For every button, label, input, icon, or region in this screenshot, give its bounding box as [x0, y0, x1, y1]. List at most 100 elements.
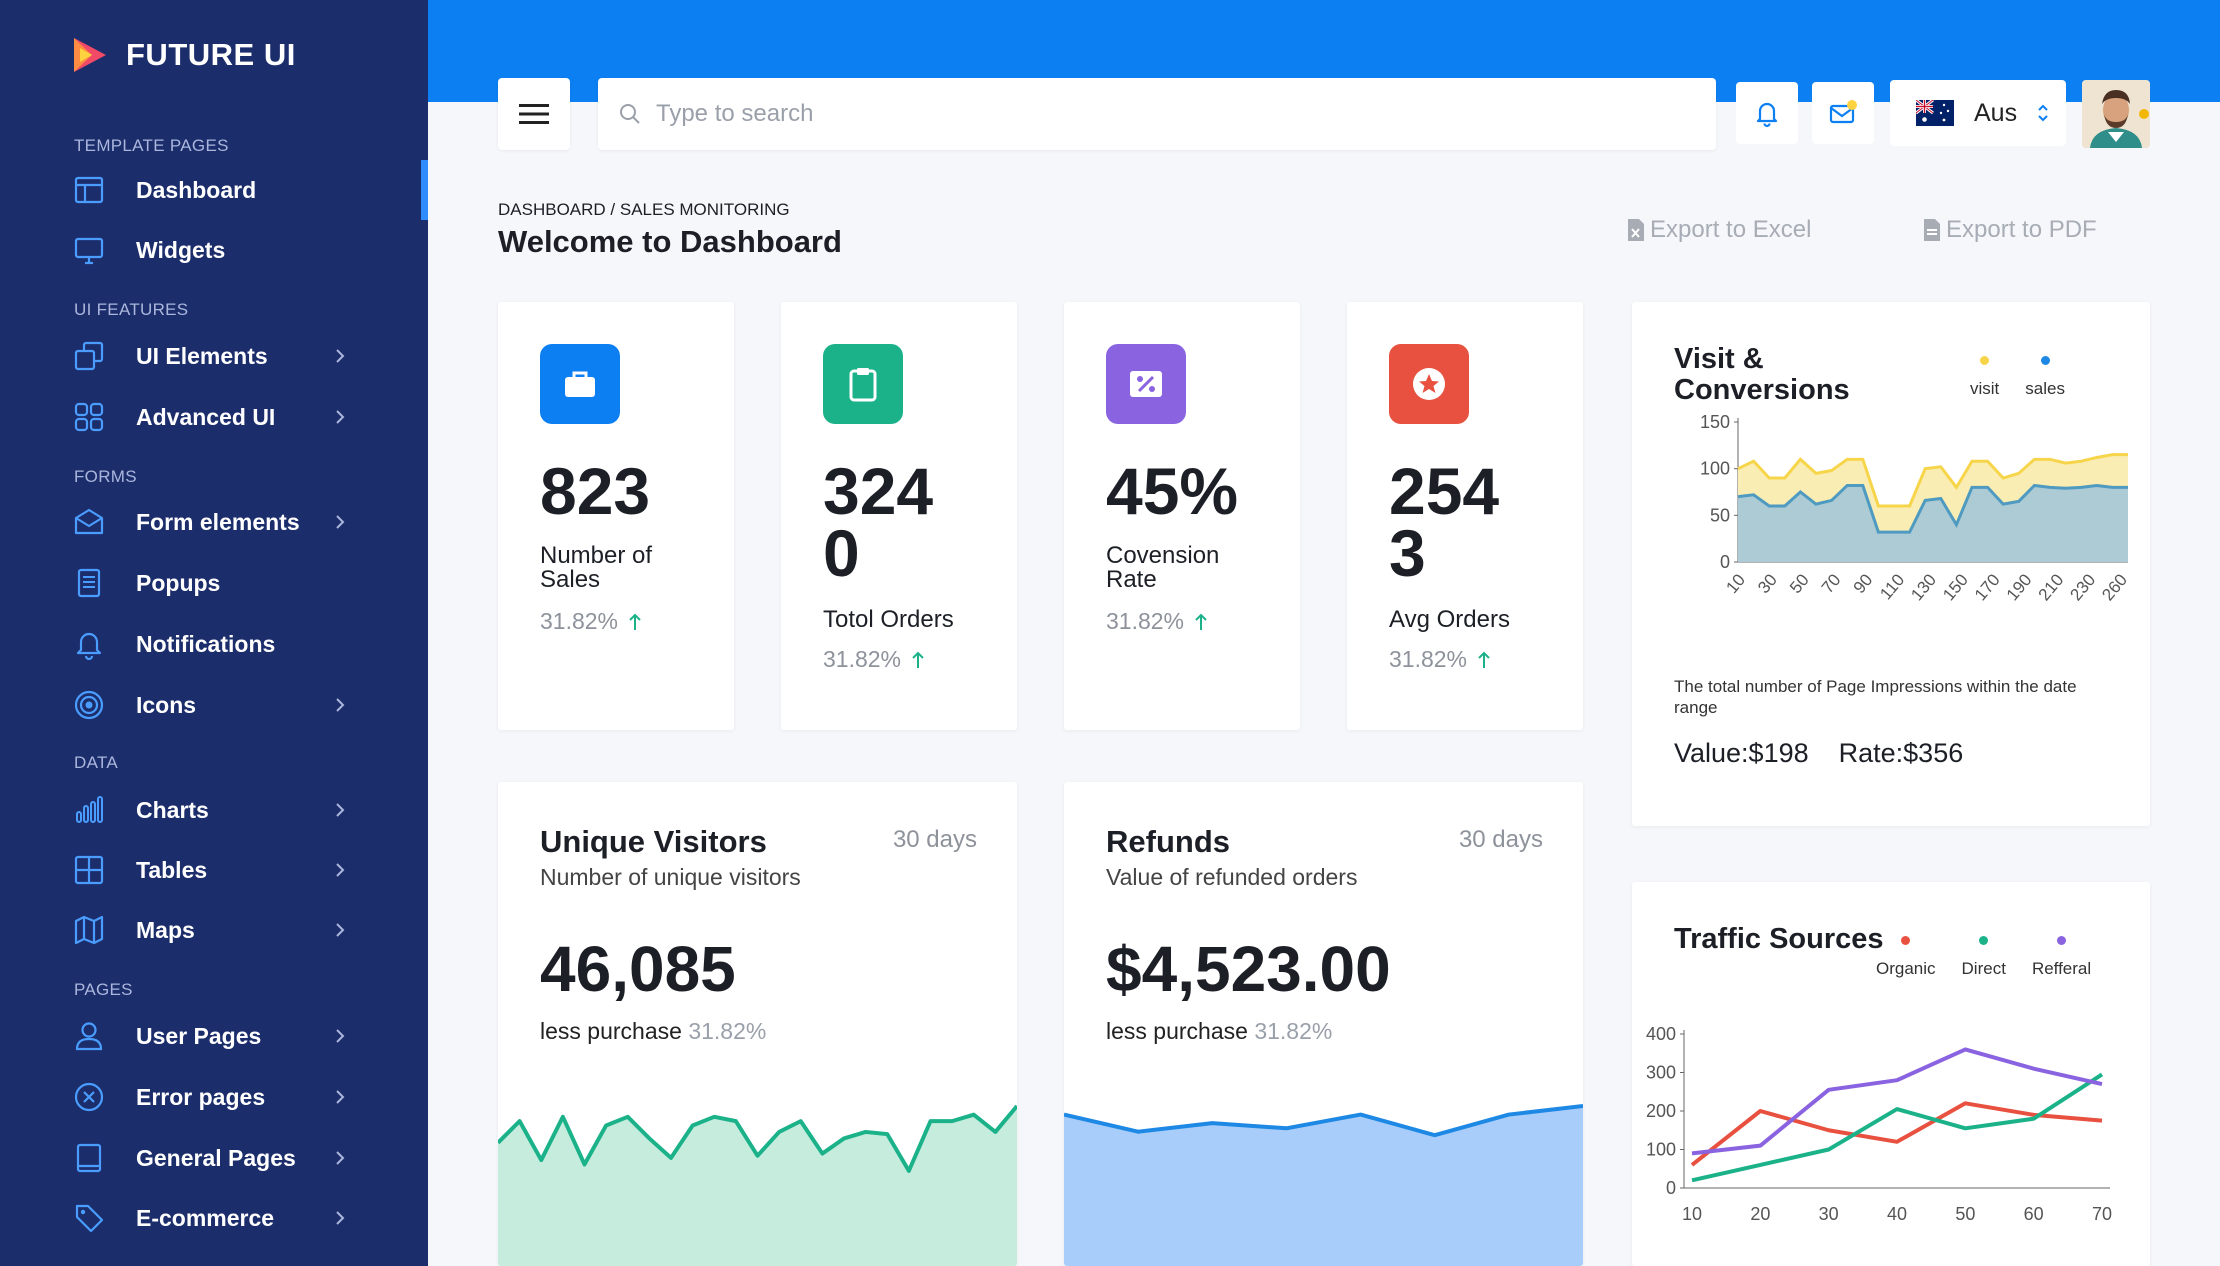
unique-visitors-subtitle: Number of unique visitors	[540, 864, 801, 890]
x-tick-label: 170	[1971, 570, 2004, 604]
sidebar-item-label: Dashboard	[136, 176, 257, 203]
legend-label: visit	[1970, 379, 2000, 398]
legend-label: sales	[2025, 379, 2065, 398]
breadcrumb: DASHBOARD / SALES MONITORING	[498, 200, 790, 219]
sidebar-item-dashboard[interactable]: Dashboard	[0, 162, 428, 218]
language-label: Aus	[1974, 98, 2018, 127]
briefcase-icon	[565, 371, 595, 397]
brand-name: FUTURE UI	[126, 37, 296, 72]
sidebar-item-icons[interactable]: Icons	[0, 677, 428, 733]
legend-dot	[1901, 936, 1911, 945]
x-tick-label: 150	[1939, 570, 1972, 604]
chevron-right-icon	[330, 346, 350, 366]
sidebar-item-label: User Pages	[136, 1022, 262, 1049]
copy-icon	[72, 339, 106, 373]
target-icon	[72, 688, 106, 722]
stat-value: 45%	[1106, 454, 1239, 528]
sidebar: FUTURE UI TEMPLATE PAGES UI FEATURES FOR…	[0, 0, 428, 1266]
sidebar-item-e-commerce[interactable]: E-commerce	[0, 1190, 428, 1246]
stat-change: 31.82%	[1106, 608, 1208, 635]
sidebar-item-label: E-commerce	[136, 1204, 275, 1231]
menu-toggle-button[interactable]	[498, 78, 570, 150]
sidebar-item-tables[interactable]: Tables	[0, 842, 428, 898]
clipboard-icon	[849, 368, 877, 402]
sidebar-item-advanced-ui[interactable]: Advanced UI	[0, 389, 428, 445]
rate-text: Rate:$356	[1838, 738, 1964, 768]
sidebar-item-user-pages[interactable]: User Pages	[0, 1008, 428, 1064]
grid-icon	[72, 400, 106, 434]
x-tick-label: 10	[1722, 570, 1749, 597]
export-pdf-button[interactable]: Export to PDF	[1922, 216, 2097, 244]
arrow-up-icon	[1478, 651, 1490, 668]
mail-icon	[72, 505, 106, 539]
x-tick-label: 10	[1682, 1204, 1702, 1224]
note-text: less purchase	[540, 1018, 682, 1044]
sidebar-item-form-elements[interactable]: Form elements	[0, 494, 428, 550]
legend-dot	[1979, 936, 1989, 945]
traffic-sources-chart: 0 100 200 300 400 10 20 30 40 50 60 70	[1646, 1024, 2112, 1224]
value-text: Value:$198	[1674, 738, 1809, 768]
legend-dot	[2057, 936, 2067, 945]
stat-card-orders: 3240 Totol Orders 31.82%	[781, 302, 1017, 730]
user-icon	[72, 1019, 106, 1053]
sidebar-item-ui-elements[interactable]: UI Elements	[0, 328, 428, 384]
sidebar-item-label: UI Elements	[136, 342, 268, 369]
traffic-sources-title: Traffic Sources	[1674, 923, 1884, 955]
note-pct: 31.82%	[1254, 1018, 1333, 1044]
layout-icon	[72, 173, 106, 207]
sidebar-item-label: Notifications	[136, 630, 276, 657]
legend-label: Refferal	[2031, 959, 2092, 978]
brand-logo-icon	[74, 38, 106, 72]
sort-arrows-icon	[2038, 104, 2048, 122]
legend-item-sales: sales	[2025, 356, 2065, 399]
sidebar-item-charts[interactable]: Charts	[0, 782, 428, 838]
language-selector[interactable]: Aus	[1890, 80, 2066, 146]
value-rate-row: Value:$198 Rate:$356	[1674, 738, 1963, 769]
chevron-right-icon	[330, 407, 350, 427]
refunds-subtitle: Value of refunded orders	[1106, 864, 1358, 890]
sidebar-item-label: Icons	[136, 691, 197, 718]
x-tick-label: 70	[2092, 1204, 2112, 1224]
bell-icon	[1756, 102, 1778, 128]
x-tick-label: 40	[1887, 1204, 1907, 1224]
sidebar-item-label: Popups	[136, 569, 221, 596]
hamburger-icon	[519, 104, 549, 124]
sidebar-item-general-pages[interactable]: General Pages	[0, 1130, 428, 1186]
refunds-card: Refunds Value of refunded orders 30 days…	[1064, 782, 1583, 1266]
search-icon	[620, 104, 640, 124]
sidebar-item-popups[interactable]: Popups	[0, 555, 428, 611]
file-excel-icon	[1628, 219, 1644, 241]
sidebar-item-error-pages[interactable]: Error pages	[0, 1069, 428, 1125]
sidebar-item-label: General Pages	[136, 1144, 296, 1171]
stat-label: Avg Orders	[1389, 606, 1510, 633]
tablet-icon	[72, 1141, 106, 1175]
chevron-right-icon	[330, 1208, 350, 1228]
user-avatar[interactable]	[2082, 80, 2150, 148]
stat-change-value: 31.82%	[540, 608, 619, 634]
sidebar-item-label: Advanced UI	[136, 403, 276, 430]
y-tick-label: 400	[1646, 1024, 1676, 1044]
file-text-icon	[72, 566, 106, 600]
sidebar-item-widgets[interactable]: Widgets	[0, 222, 428, 278]
y-tick-label: 0	[1720, 552, 1730, 572]
export-excel-button[interactable]: Export to Excel	[1626, 216, 1811, 244]
stat-change: 31.82%	[540, 608, 642, 635]
area-fill	[498, 1106, 1017, 1266]
x-tick-label: 130	[1907, 570, 1940, 604]
notifications-button[interactable]	[1736, 82, 1798, 144]
sidebar-item-maps[interactable]: Maps	[0, 902, 428, 958]
search-input[interactable]	[656, 100, 1656, 128]
x-tick-label: 70	[1818, 570, 1845, 597]
brand[interactable]: FUTURE UI	[72, 36, 296, 74]
refunds-period: 30 days	[1458, 826, 1543, 853]
legend-item-organic: Organic	[1876, 936, 1936, 979]
x-tick-label: 230	[2066, 570, 2099, 604]
x-tick-label: 210	[2035, 570, 2068, 604]
messages-button[interactable]	[1812, 82, 1874, 144]
sidebar-item-label: Tables	[136, 856, 208, 883]
dashboard-app: FUTURE UI TEMPLATE PAGES UI FEATURES FOR…	[0, 0, 2220, 1266]
x-tick-label: 50	[1955, 1204, 1975, 1224]
sidebar-item-label: Form elements	[136, 508, 300, 535]
bell-icon	[72, 627, 106, 661]
sidebar-item-notifications[interactable]: Notifications	[0, 616, 428, 672]
